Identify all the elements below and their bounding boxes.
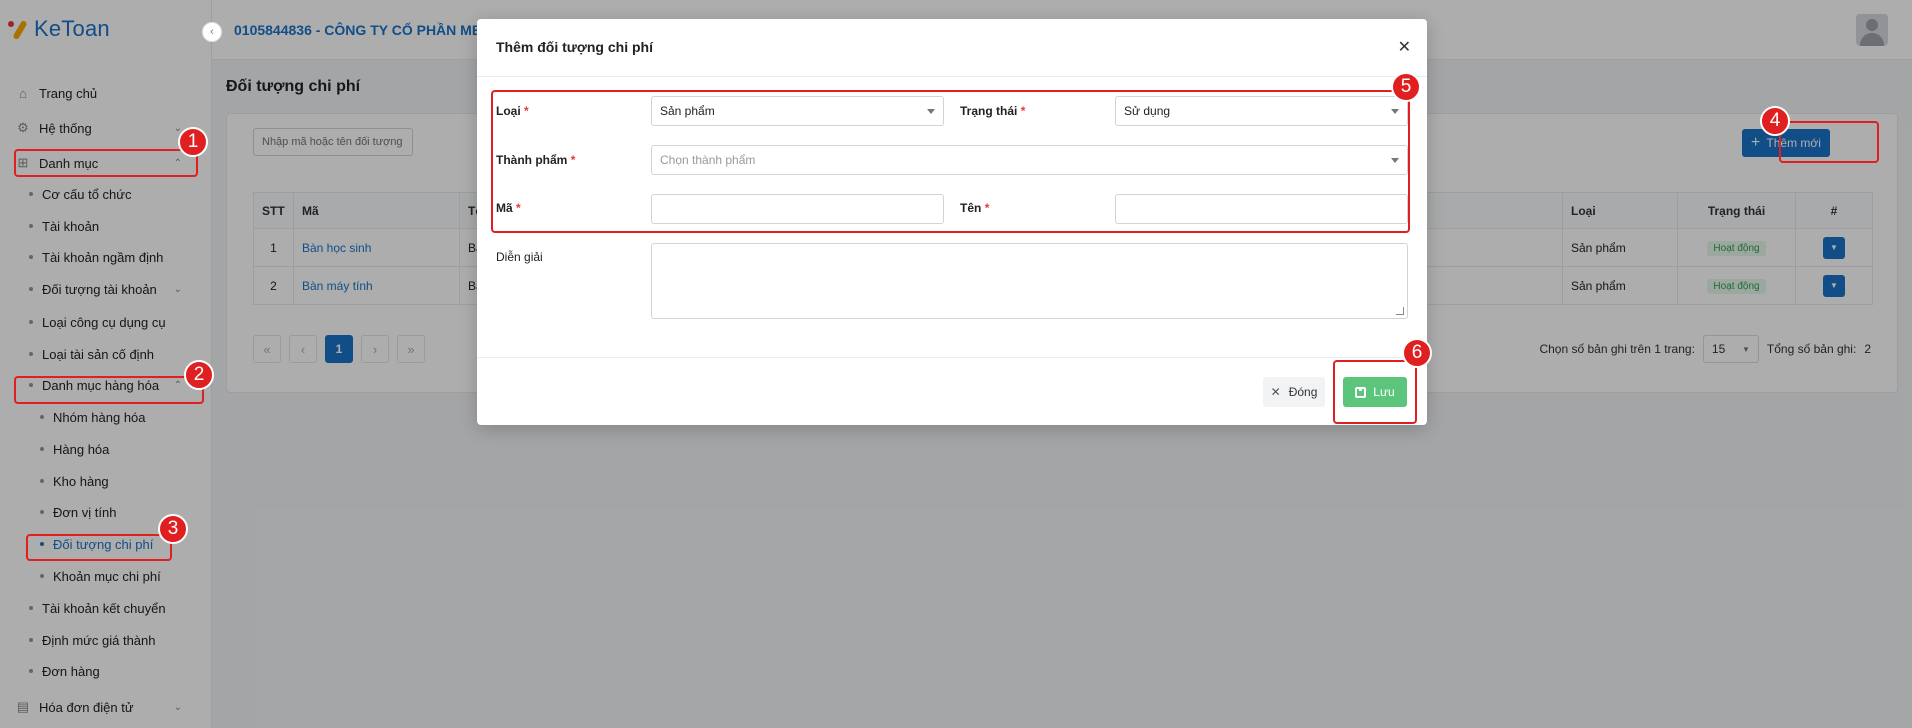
modal-title: Thêm đối tượng chi phí	[496, 39, 653, 55]
highlight-box-6	[1333, 360, 1417, 424]
dien-giai-label: Diễn giải	[496, 250, 543, 264]
annotation-badge-5: 5	[1391, 72, 1421, 102]
annotation-badge-4: 4	[1760, 106, 1790, 136]
annotation-badge-3: 3	[158, 514, 188, 544]
modal-footer-divider	[477, 357, 1427, 358]
close-icon: ✕	[1270, 385, 1281, 399]
highlight-box-3	[26, 534, 172, 561]
highlight-box-2	[14, 376, 204, 404]
close-icon[interactable]: ✕	[1398, 37, 1411, 57]
annotation-badge-1: 1	[178, 127, 208, 157]
highlight-box-5	[491, 90, 1410, 233]
annotation-badge-6: 6	[1402, 338, 1432, 368]
highlight-box-1	[14, 149, 198, 177]
close-button-label: Đóng	[1288, 385, 1318, 399]
close-button[interactable]: ✕ Đóng	[1263, 377, 1325, 407]
annotation-badge-2: 2	[184, 360, 214, 390]
sidebar-collapse-button[interactable]: ‹	[202, 22, 222, 42]
modal-header: Thêm đối tượng chi phí ✕	[477, 19, 1427, 77]
dien-giai-textarea[interactable]	[651, 243, 1408, 319]
resize-handle-icon[interactable]	[1396, 307, 1404, 315]
highlight-box-4	[1779, 121, 1879, 163]
